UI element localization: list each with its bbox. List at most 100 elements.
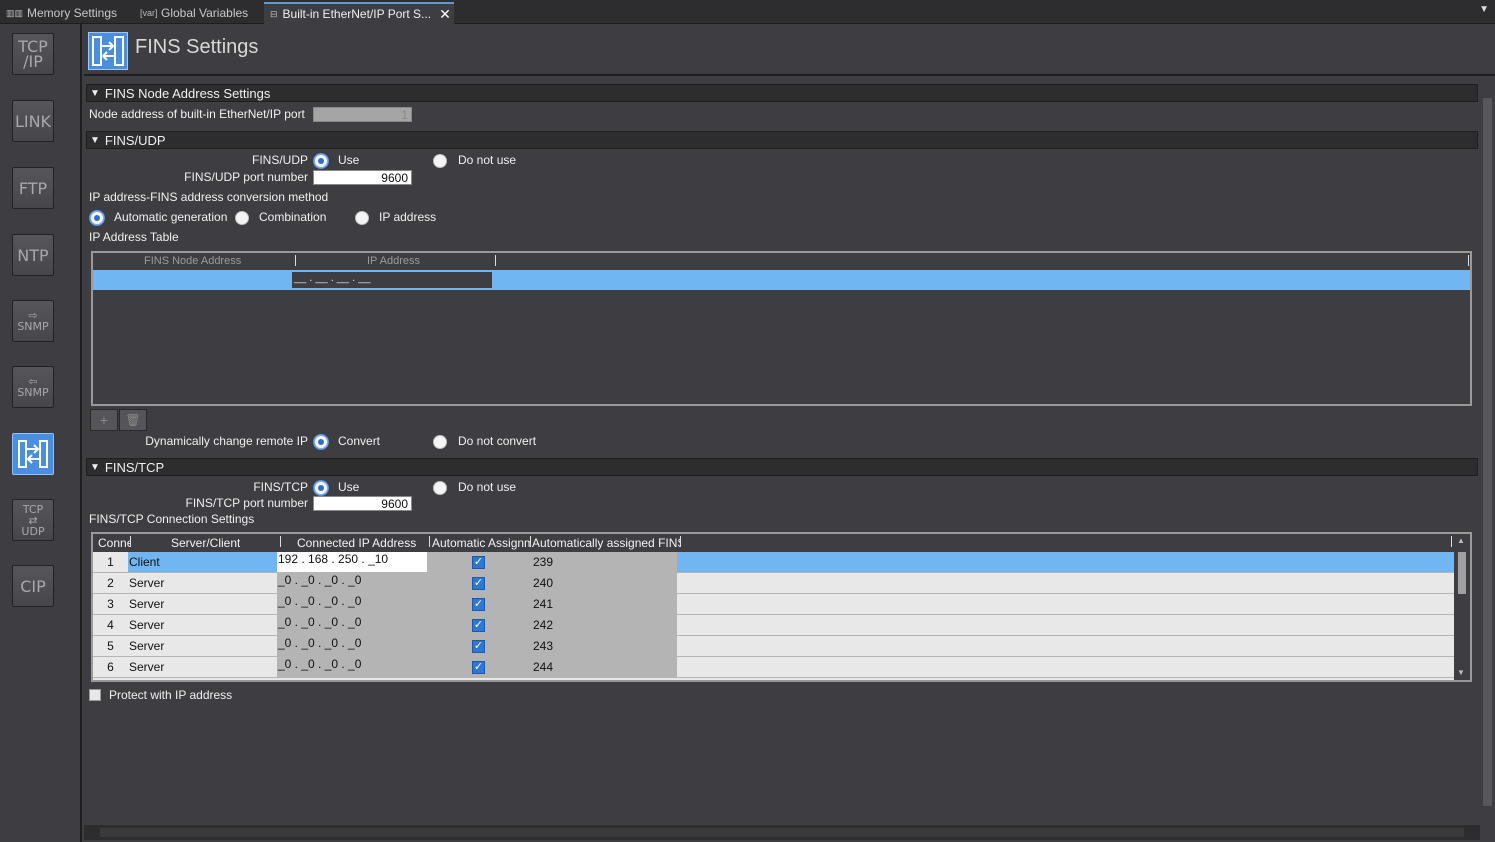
conv-combination-radio[interactable] xyxy=(235,211,249,225)
connected-ip-cell[interactable]: _0 . _0 . _0 . _0 xyxy=(277,636,427,656)
tab-memory-settings[interactable]: ▥▥ Memory Settings xyxy=(0,2,123,24)
server-client-cell[interactable]: Server xyxy=(128,573,278,593)
node-address-field[interactable]: 1 xyxy=(313,107,412,122)
auto-assign-cell[interactable]: ✓ xyxy=(427,552,527,572)
snmp-trap-settings-button[interactable]: ⇦ SNMP xyxy=(12,366,54,408)
ip-cell[interactable]: __ . __ . __ . __ xyxy=(292,272,492,288)
auto-assign-cell[interactable]: ✓ xyxy=(427,573,527,593)
table-row[interactable]: 3 Server _0 . _0 . _0 . _0 ✓ 241 xyxy=(93,594,1454,615)
page-title: FINS Settings xyxy=(135,36,259,58)
conn-table-vertical-scrollbar[interactable]: ▲ ▼ xyxy=(1456,536,1468,680)
col-assigned-fins[interactable]: Automatically assigned FINS xyxy=(532,536,680,550)
table-row[interactable]: 1 Client 192 . 168 . 250 . _10 ✓ 239 xyxy=(93,552,1454,573)
server-client-cell[interactable]: Client xyxy=(128,552,278,572)
tab-label: Built-in EtherNet/IP Port S... xyxy=(282,7,432,21)
tcp-udp-settings-button[interactable]: TCP ⇄ UDP xyxy=(12,499,54,541)
snmp-settings-button[interactable]: ⇨ SNMP xyxy=(12,300,54,342)
auto-assign-cell[interactable]: ✓ xyxy=(427,657,527,677)
assigned-fins-cell: 240 xyxy=(527,573,677,593)
connected-ip-cell[interactable]: _0 . _0 . _0 . _0 xyxy=(277,615,427,635)
section-node-address-header[interactable]: ▼ FINS Node Address Settings xyxy=(86,84,1478,102)
cip-settings-button[interactable]: CIP xyxy=(12,565,54,607)
fins-tcp-not-use-radio[interactable] xyxy=(433,481,447,495)
table-row[interactable]: __ . __ . __ . __ xyxy=(93,270,1470,290)
page-vertical-scrollbar[interactable] xyxy=(1480,80,1495,825)
page-horizontal-scrollbar[interactable] xyxy=(84,825,1480,840)
server-client-cell[interactable]: Server xyxy=(128,615,278,635)
scrollbar-thumb[interactable] xyxy=(1458,552,1466,594)
assigned-fins-cell: 241 xyxy=(527,594,677,614)
link-settings-button[interactable]: LINK xyxy=(12,100,54,142)
fins-settings-button[interactable] xyxy=(12,433,54,475)
checkbox-checked-icon[interactable]: ✓ xyxy=(472,556,485,569)
col-server-client[interactable]: Server/Client xyxy=(171,536,240,550)
memory-icon: ▥▥ xyxy=(6,7,24,18)
conv-combination-label: Combination xyxy=(259,210,327,224)
trash-icon: 🗑 xyxy=(125,413,141,427)
col-connected-ip[interactable]: Connected IP Address xyxy=(297,536,416,550)
collapse-icon[interactable]: ▼ xyxy=(90,88,100,99)
col-automatic-assignment[interactable]: Automatic Assignm xyxy=(432,536,530,550)
scroll-down-icon[interactable]: ▼ xyxy=(1457,668,1465,677)
ntp-settings-button[interactable]: NTP xyxy=(12,234,54,276)
ftp-settings-button[interactable]: FTP xyxy=(12,167,54,209)
scrollbar-thumb[interactable] xyxy=(1483,98,1492,806)
delete-row-button[interactable]: 🗑 xyxy=(119,409,147,431)
tab-list-dropdown-icon[interactable]: ▼ xyxy=(1479,4,1489,15)
tab-global-variables[interactable]: [var] Global Variables xyxy=(134,2,254,24)
checkbox-checked-icon[interactable]: ✓ xyxy=(472,598,485,611)
section-fins-udp-header[interactable]: ▼ FINS/UDP xyxy=(86,131,1478,149)
connection-settings-table[interactable]: Conne Server/Client Connected IP Address… xyxy=(91,532,1472,682)
ip-address-table[interactable]: FINS Node Address IP Address __ . __ . _… xyxy=(91,251,1472,406)
auto-assign-cell[interactable]: ✓ xyxy=(427,615,527,635)
server-client-cell[interactable]: Server xyxy=(128,636,278,656)
tcpip-settings-button[interactable]: TCP/IP xyxy=(12,33,54,75)
checkbox-checked-icon[interactable]: ✓ xyxy=(472,661,485,674)
tab-builtin-ethernet-port[interactable]: ⊟ Built-in EtherNet/IP Port S... ✕ xyxy=(264,2,454,24)
fins-tcp-use-label: Use xyxy=(338,480,360,494)
node-address-label: Node address of built-in EtherNet/IP por… xyxy=(89,107,305,121)
connected-ip-cell[interactable]: _0 . _0 . _0 . _0 xyxy=(277,657,427,677)
udp-port-field[interactable]: 9600 xyxy=(313,170,412,185)
checkbox-checked-icon[interactable]: ✓ xyxy=(472,577,485,590)
conv-ip-radio[interactable] xyxy=(355,211,369,225)
link-label: LINK xyxy=(14,111,52,131)
connected-ip-cell[interactable]: _0 . _0 . _0 . _0 xyxy=(277,594,427,614)
fins-tcp-label: FINS/TCP xyxy=(253,480,308,494)
server-client-cell[interactable]: Server xyxy=(128,657,278,677)
auto-assign-cell[interactable]: ✓ xyxy=(427,636,527,656)
col-connection[interactable]: Conne xyxy=(98,536,130,550)
server-client-cell[interactable]: Server xyxy=(128,594,278,614)
fins-udp-not-use-radio[interactable] xyxy=(433,154,447,168)
tcp-port-field[interactable]: 9600 xyxy=(313,496,412,511)
connected-ip-cell[interactable]: _0 . _0 . _0 . _0 xyxy=(277,573,427,593)
conv-auto-radio[interactable] xyxy=(90,211,104,225)
scroll-up-icon[interactable]: ▲ xyxy=(1457,536,1465,545)
col-ip-address[interactable]: IP Address xyxy=(367,255,420,267)
table-row[interactable]: 4 Server _0 . _0 . _0 . _0 ✓ 242 xyxy=(93,615,1454,636)
fins-tcp-use-radio[interactable] xyxy=(314,481,328,495)
ip-table-label: IP Address Table xyxy=(89,230,179,244)
table-row[interactable]: 6 Server _0 . _0 . _0 . _0 ✓ 244 xyxy=(93,657,1454,678)
collapse-icon[interactable]: ▼ xyxy=(90,462,100,473)
auto-assign-cell[interactable]: ✓ xyxy=(427,594,527,614)
collapse-icon[interactable]: ▼ xyxy=(90,135,100,146)
fins-udp-use-radio[interactable] xyxy=(314,154,328,168)
add-row-button[interactable]: + xyxy=(90,409,118,431)
checkbox-checked-icon[interactable]: ✓ xyxy=(472,640,485,653)
connected-ip-cell[interactable]: 192 . 168 . 250 . _10 xyxy=(277,552,427,572)
table-row[interactable] xyxy=(93,678,1454,680)
convert-label: Convert xyxy=(338,434,381,448)
col-fins-node-address[interactable]: FINS Node Address xyxy=(144,255,241,267)
section-fins-tcp-header[interactable]: ▼ FINS/TCP xyxy=(86,458,1478,476)
table-row[interactable]: 2 Server _0 . _0 . _0 . _0 ✓ 240 xyxy=(93,573,1454,594)
not-convert-radio[interactable] xyxy=(433,435,447,449)
conn-table-header: Conne Server/Client Connected IP Address… xyxy=(93,534,1470,552)
protect-ip-checkbox[interactable] xyxy=(89,689,101,701)
swap-arrows-icon: ⇄ xyxy=(28,513,38,527)
scrollbar-thumb[interactable] xyxy=(100,828,1464,837)
close-icon[interactable]: ✕ xyxy=(439,6,451,23)
table-row[interactable]: 5 Server _0 . _0 . _0 . _0 ✓ 243 xyxy=(93,636,1454,657)
convert-radio[interactable] xyxy=(314,435,328,449)
checkbox-checked-icon[interactable]: ✓ xyxy=(472,619,485,632)
